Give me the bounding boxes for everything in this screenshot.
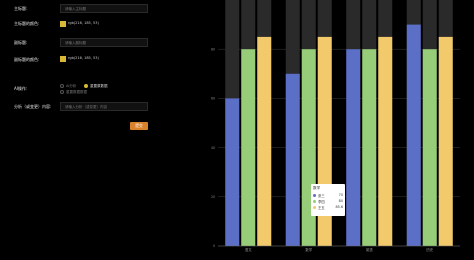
tooltip-series-value: 80 (338, 199, 343, 203)
analysis-input[interactable]: 请输入分析（或变更）内容 (60, 102, 148, 111)
submit-button[interactable]: 提交 (130, 122, 148, 130)
bar (257, 36, 272, 247)
title-label: 主标题: (14, 6, 28, 11)
x-tick-label: 英语 (366, 247, 373, 252)
tooltip-series-value: 70 (338, 193, 343, 197)
subtitle-color-swatch[interactable] (60, 56, 66, 62)
x-tick-label: 语文 (245, 247, 252, 252)
bar (285, 73, 300, 246)
series-dot-icon (313, 199, 316, 203)
radio-reset-data-label: 重置原数据 (90, 84, 108, 88)
tooltip-series-name: 张三 (318, 193, 325, 198)
bar (225, 98, 240, 247)
radio-reset-data-2[interactable] (60, 90, 64, 94)
x-tick-label: 历史 (426, 247, 433, 252)
settings-form: 主标题: 请输入主标题 主标题的颜色: rgb(216, 185, 53) 副标… (0, 0, 200, 260)
subtitle-label: 副标题: (14, 40, 28, 45)
radio-ai-analysis-label: AI分析 (66, 84, 77, 88)
title-input[interactable]: 请输入主标题 (60, 4, 148, 13)
x-tick-label: 数学 (305, 247, 312, 252)
radio-reset-data-2-label: 重置数据数据 (66, 90, 87, 94)
bar-chart: 020406080语文 数学 英语 历史 (211, 0, 460, 252)
radio-ai-analysis[interactable] (60, 84, 64, 88)
bar (378, 36, 393, 247)
tooltip-title: 数学 (313, 186, 321, 190)
subtitle-color-label: 副标题的颜色: (14, 57, 40, 62)
tooltip-row: 王五 85.6 (313, 204, 343, 210)
analysis-label: 分析（或变更）内容: (14, 104, 52, 109)
subtitle-color-value: rgb(216, 185, 53) (68, 56, 99, 60)
bar (406, 24, 421, 246)
tooltip-series-name: 王五 (318, 205, 325, 210)
operation-label: AI操作: (14, 86, 28, 91)
chart-tooltip: 数学 张三 70 李四 80 王五 85.6 (311, 184, 345, 216)
y-tick-label: 60 (211, 97, 215, 101)
y-tick-label: 40 (211, 146, 215, 150)
title-color-label: 主标题的颜色: (14, 21, 40, 26)
tooltip-series-value: 85.6 (335, 205, 343, 209)
bar (362, 49, 377, 247)
subtitle-input[interactable]: 请输入副标题 (60, 38, 148, 47)
series-dot-icon (313, 205, 316, 209)
y-tick-label: 0 (213, 244, 215, 248)
y-tick-label: 80 (211, 47, 215, 51)
title-color-swatch[interactable] (60, 21, 66, 27)
series-dot-icon (313, 193, 316, 197)
tooltip-series-name: 李四 (318, 199, 325, 204)
bar (422, 49, 437, 247)
bar (438, 36, 453, 247)
bar (241, 49, 256, 247)
bar (346, 49, 361, 247)
bar (301, 49, 316, 247)
title-color-value: rgb(216, 185, 53) (68, 21, 99, 25)
y-tick-label: 20 (211, 195, 215, 199)
radio-reset-data[interactable] (84, 84, 88, 88)
